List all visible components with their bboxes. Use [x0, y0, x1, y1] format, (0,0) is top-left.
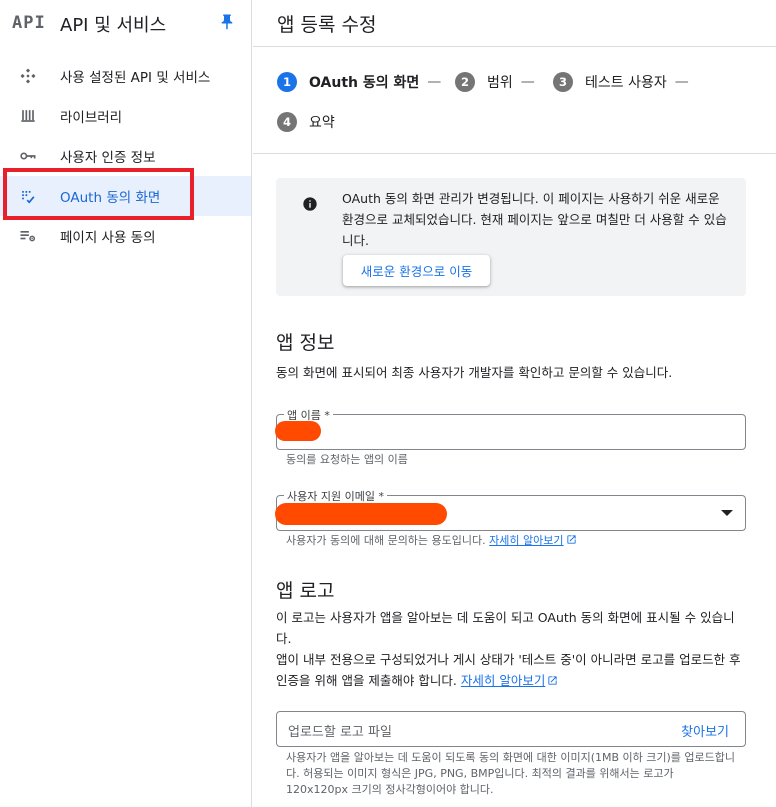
browse-button[interactable]: 찾아보기	[681, 721, 729, 740]
app-name-field[interactable]: 앱 이름 *	[276, 407, 746, 450]
api-services-icon	[20, 68, 36, 84]
learn-more-link[interactable]: 자세히 알아보기	[489, 534, 563, 547]
app-logo-title: 앱 로고	[276, 580, 335, 602]
external-link-icon	[548, 676, 557, 685]
highlight-annotation-box	[3, 168, 194, 220]
header-divider	[253, 46, 776, 47]
app-info-title: 앱 정보	[276, 332, 335, 354]
logo-upload-placeholder: 업로드할 로고 파일	[288, 725, 392, 740]
step-label: 요약	[309, 115, 335, 131]
redaction-mark	[275, 421, 321, 441]
step-number: 4	[277, 112, 297, 132]
sidebar-item-label: 라이브러리	[60, 110, 123, 126]
sidebar: API API 및 서비스 사용 설정된 API 및 서비스 라이브러리 사용자…	[0, 0, 252, 807]
notice-text: OAuth 동의 화면 관리가 변경됩니다. 이 페이지는 사용하기 쉬운 새로…	[342, 191, 727, 248]
sidebar-item-label: 사용 설정된 API 및 서비스	[60, 70, 211, 86]
page-title: 앱 등록 수정	[277, 14, 377, 36]
stepper: 1 OAuth 동의 화면 — 2 범위 — 3 테스트 사용자 — 4 요약	[277, 68, 776, 138]
sidebar-item-label: 사용자 인증 정보	[60, 150, 156, 166]
sidebar-item-library[interactable]: 라이브러리	[0, 96, 251, 136]
step-scopes[interactable]: 2 범위 —	[455, 70, 535, 94]
step-number: 2	[455, 72, 475, 92]
sidebar-item-enabled-apis[interactable]: 사용 설정된 API 및 서비스	[0, 56, 251, 96]
support-email-hint-text: 사용자가 동의에 대해 문의하는 용도입니다.	[286, 534, 486, 547]
external-link-icon	[566, 535, 576, 544]
sidebar-item-label: 페이지 사용 동의	[60, 230, 156, 246]
info-icon	[303, 197, 317, 211]
step-number: 3	[553, 72, 573, 92]
library-icon	[21, 110, 35, 122]
app-info-description: 동의 화면에 표시되어 최종 사용자가 개발자를 확인하고 문의할 수 있습니다…	[276, 365, 673, 380]
learn-more-link[interactable]: 자세히 알아보기	[461, 673, 545, 688]
notice-banner: OAuth 동의 화면 관리가 변경됩니다. 이 페이지는 사용하기 쉬운 새로…	[276, 178, 746, 296]
step-label: OAuth 동의 화면	[309, 75, 420, 91]
support-email-label: 사용자 지원 이메일 *	[284, 488, 387, 504]
redaction-mark	[275, 503, 447, 525]
sidebar-title: API 및 서비스	[60, 15, 167, 36]
settings-list-icon	[20, 231, 36, 242]
key-icon	[20, 152, 36, 160]
step-test-users[interactable]: 3 테스트 사용자 —	[553, 70, 689, 94]
sidebar-item-page-usage-agreement[interactable]: 페이지 사용 동의	[0, 216, 251, 256]
pin-icon[interactable]	[218, 12, 236, 32]
step-separator: —	[520, 74, 535, 90]
app-logo-description-1: 이 로고는 사용자가 앱을 알아보는 데 도움이 되고 OAuth 동의 화면에…	[276, 610, 735, 646]
main-content: 앱 등록 수정 1 OAuth 동의 화면 — 2 범위 — 3 테스트 사용자…	[253, 0, 776, 807]
step-number: 1	[277, 72, 297, 92]
stepper-divider	[253, 153, 776, 154]
step-label: 범위	[487, 75, 513, 91]
sidebar-header: API API 및 서비스	[0, 0, 251, 46]
dropdown-arrow-icon	[721, 510, 733, 516]
support-email-hint: 사용자가 동의에 대해 문의하는 용도입니다. 자세히 알아보기	[286, 533, 577, 549]
logo-upload-field[interactable]: 업로드할 로고 파일 찾아보기	[276, 711, 746, 747]
logo-upload-hint: 사용자가 앱을 알아보는 데 도움이 되도록 동의 화면에 대한 이미지(1MB…	[286, 751, 736, 796]
app-name-hint: 동의를 요청하는 앱의 이름	[286, 453, 408, 466]
api-logo: API	[12, 13, 46, 33]
step-separator: —	[674, 74, 689, 90]
step-oauth-consent[interactable]: 1 OAuth 동의 화면 —	[277, 70, 441, 94]
step-separator: —	[427, 74, 442, 90]
app-logo-description-2: 앱이 내부 전용으로 구성되었거나 게시 상태가 '테스트 중'이 아니라면 로…	[276, 649, 746, 691]
step-label: 테스트 사용자	[585, 75, 667, 91]
step-summary[interactable]: 4 요약	[277, 110, 335, 134]
go-to-new-experience-button[interactable]: 새로운 환경으로 이동	[343, 255, 490, 286]
